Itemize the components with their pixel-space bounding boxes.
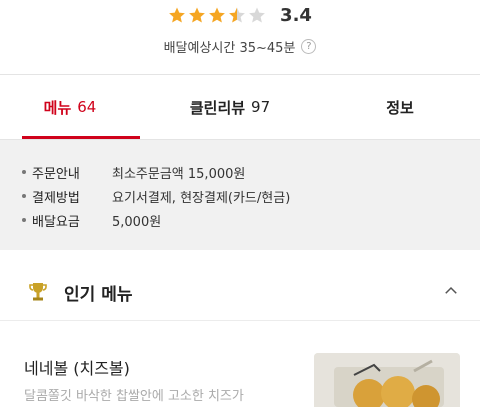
tab-label: 클린리뷰 — [189, 98, 246, 117]
menu-item-photo — [314, 353, 460, 407]
tab-menu[interactable]: 메뉴 64 — [0, 75, 140, 139]
star-icon — [169, 7, 185, 23]
star-icon — [189, 7, 205, 23]
popular-menu-header[interactable]: 인기 메뉴 — [0, 268, 480, 314]
info-label: 결제방법 — [32, 190, 80, 206]
menu-item-description: 달콤쫄깃 바삭한 찹쌀안에 고소한 치즈가 — [24, 389, 244, 404]
bullet — [22, 218, 26, 222]
menu-item-name: 네네볼 (치즈볼) — [24, 359, 130, 378]
popular-menu-title: 인기 메뉴 — [64, 285, 133, 305]
star-half-icon — [229, 7, 245, 23]
info-value: 요기서결제, 현장결제(카드/현금) — [112, 190, 291, 206]
info-row-order: 주문안내 최소주문금액 15,000원 — [22, 160, 480, 184]
store-info-box: 주문안내 최소주문금액 15,000원 결제방법 요기서결제, 현장결제(카드/… — [0, 140, 480, 250]
tab-count: 97 — [251, 98, 271, 116]
tab-bar: 메뉴 64 클린리뷰 97 정보 — [0, 75, 480, 139]
star-empty-icon — [249, 7, 265, 23]
help-icon[interactable]: ? — [301, 38, 317, 54]
info-label: 주문안내 — [32, 166, 80, 182]
bullet — [22, 170, 26, 174]
tab-count: 64 — [77, 98, 97, 116]
trophy-icon — [29, 283, 47, 301]
food-photo-icon — [314, 353, 460, 407]
menu-item[interactable]: 네네볼 (치즈볼) 달콤쫄깃 바삭한 찹쌀안에 고소한 치즈가 — [0, 321, 480, 407]
tab-label: 메뉴 — [43, 98, 72, 117]
info-label: 배달요금 — [32, 214, 80, 230]
info-value: 최소주문금액 15,000원 — [112, 166, 246, 182]
rating-value: 3.4 — [280, 4, 312, 26]
info-row-delivery-fee: 배달요금 5,000원 — [22, 208, 480, 232]
delivery-time: 배달예상시간 35~45분 ? — [0, 36, 480, 56]
star-icon — [209, 7, 225, 23]
bullet — [22, 194, 26, 198]
delivery-time-text: 배달예상시간 35~45분 — [163, 40, 296, 56]
tab-label: 정보 — [386, 98, 414, 117]
info-value: 5,000원 — [112, 214, 162, 230]
chevron-up-icon[interactable] — [442, 282, 460, 300]
rating-bar: 3.4 — [0, 4, 480, 26]
tab-info[interactable]: 정보 — [320, 75, 480, 139]
info-row-payment: 결제방법 요기서결제, 현장결제(카드/현금) — [22, 184, 480, 208]
tab-clean-review[interactable]: 클린리뷰 97 — [140, 75, 320, 139]
